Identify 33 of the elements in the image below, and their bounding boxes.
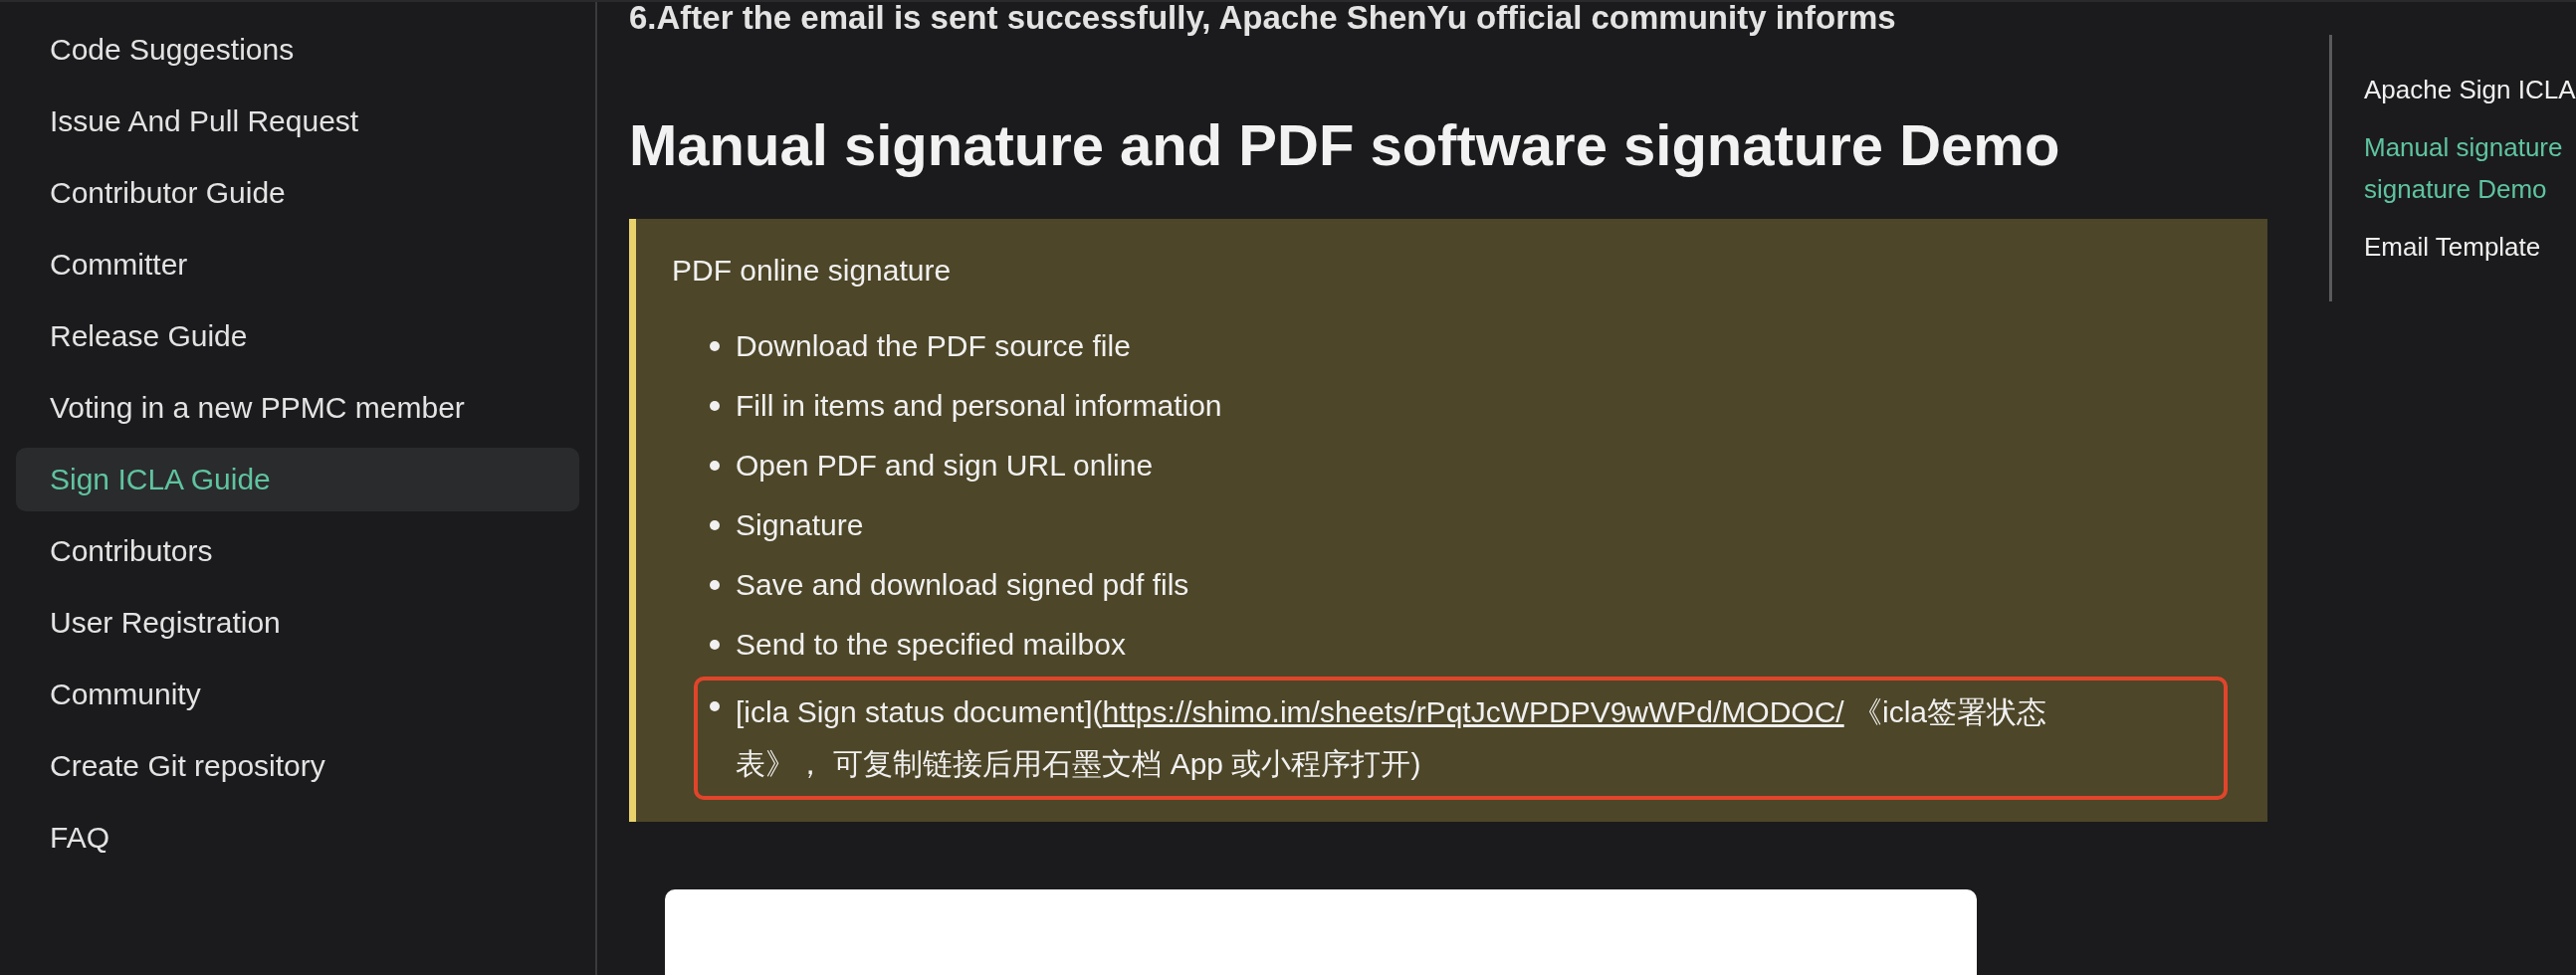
section-heading: Manual signature and PDF software signature Demo xyxy=(629,111,2061,179)
sidebar-item[interactable]: Contributor Guide xyxy=(16,161,579,225)
bullet-icon xyxy=(710,341,720,351)
sidebar-item[interactable]: Code Suggestions xyxy=(16,18,579,82)
bullet-icon xyxy=(710,520,720,530)
document-link[interactable]: https://shimo.im/sheets/rPqtJcWPDPV9wWPd/MODOC/ xyxy=(1102,695,1844,728)
list-item-text: Signature xyxy=(736,507,864,543)
list-item-text: Download the PDF source file xyxy=(736,328,1131,364)
sidebar-item[interactable]: Create Git repository xyxy=(16,734,579,798)
sidebar-item[interactable]: Release Guide xyxy=(16,304,579,368)
toc-link[interactable]: Manual signature signature Demo xyxy=(2364,126,2576,210)
list-item-text: Send to the specified mailbox xyxy=(736,627,1126,663)
list-item-text: Fill in items and personal information xyxy=(736,388,1222,424)
bullet-icon xyxy=(710,640,720,650)
bullet-icon xyxy=(710,401,720,411)
bullet-icon xyxy=(710,461,720,471)
section-heading: 6.After the email is sent successfully, Apache ShenYu official community informs xyxy=(629,2,1896,38)
bullet-icon xyxy=(710,580,720,590)
toc-link[interactable]: Email Template xyxy=(2364,226,2576,268)
list-item-text: Save and download signed pdf fils xyxy=(736,567,1189,603)
sidebar-item[interactable]: User Registration xyxy=(16,591,579,655)
sidebar-item[interactable]: Voting in a new PPMC member xyxy=(16,376,579,440)
sidebar-item[interactable]: Issue And Pull Request xyxy=(16,90,579,153)
list-item-text: [icla Sign status document](https://shimo.im/sheets/rPqtJcWPDPV9wWPd/MODOC/ 《icla签署状态表》， 可复制链接后用石墨文档 App 或小程序打开) xyxy=(736,694,2048,782)
toc-link[interactable]: Apache Sign ICLA xyxy=(2364,69,2576,110)
sidebar-item[interactable]: Committer xyxy=(16,233,579,296)
admonition-title: PDF online signature xyxy=(672,253,952,289)
sidebar-item[interactable]: Community xyxy=(16,663,579,726)
list-item-text: Open PDF and sign URL online xyxy=(736,448,1154,484)
sidebar-item[interactable]: Contributors xyxy=(16,519,579,583)
bullet-icon xyxy=(710,701,720,711)
sidebar-item[interactable]: FAQ xyxy=(16,806,579,870)
sidebar-item[interactable]: Sign ICLA Guide xyxy=(16,448,579,511)
